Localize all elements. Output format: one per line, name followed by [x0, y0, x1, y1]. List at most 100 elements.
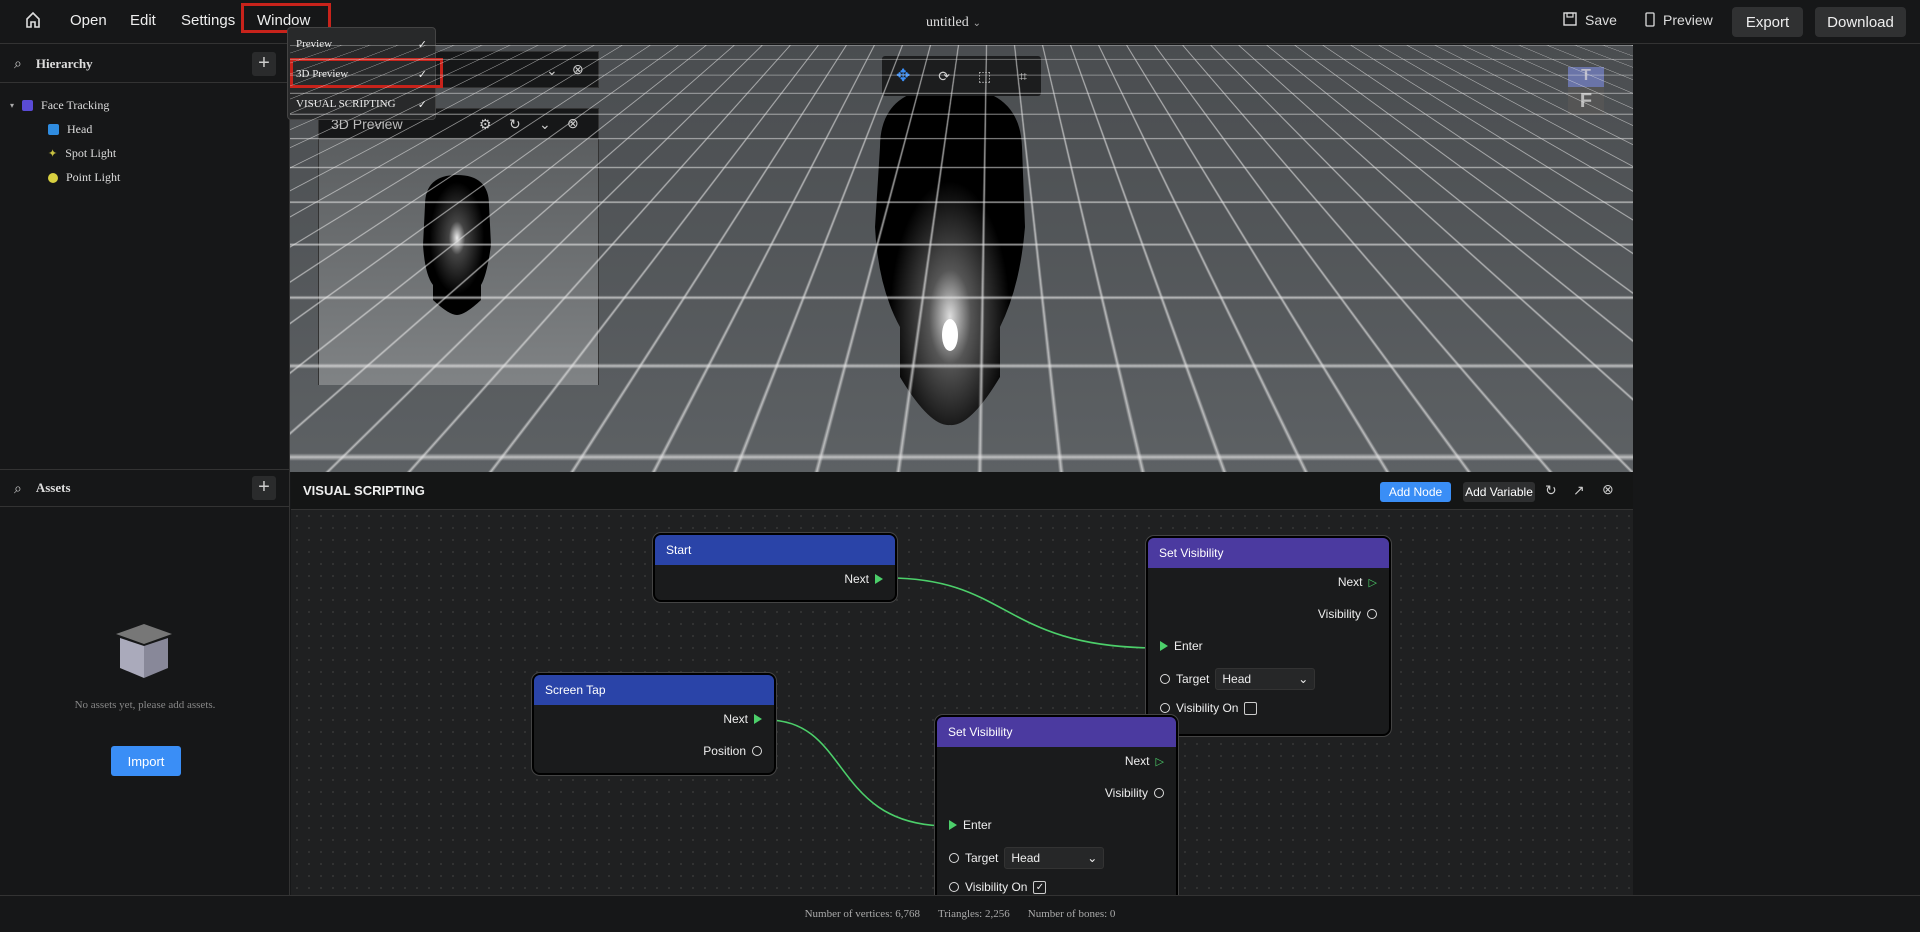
data-input-icon[interactable]	[1160, 703, 1170, 713]
wire-start-to-set-visibility	[888, 578, 1159, 648]
exec-output-icon[interactable]: ▷	[1369, 576, 1377, 589]
visibility-output-port[interactable]: Visibility	[1318, 607, 1377, 621]
menu-item-visual-scripting[interactable]: VISUAL SCRIPTING ✓	[296, 92, 427, 116]
scale-icon[interactable]: ⬚	[978, 68, 991, 85]
caret-down-icon[interactable]: ▾	[10, 101, 14, 110]
open-external-icon[interactable]: ↗	[1573, 482, 1585, 499]
tree-item-point-light[interactable]: Point Light	[48, 170, 120, 185]
data-output-icon[interactable]	[1367, 609, 1377, 619]
gizmo-front[interactable]: F	[1568, 87, 1604, 115]
tree-item-label: Head	[67, 122, 92, 137]
data-input-icon[interactable]	[949, 853, 959, 863]
port-label: Target	[1176, 672, 1209, 686]
gizmo-top[interactable]: T	[1568, 67, 1604, 87]
refresh-icon[interactable]: ↻	[1545, 482, 1557, 499]
move-icon[interactable]: ✥	[896, 66, 910, 86]
target-input-port[interactable]: Target Head ⌄	[1160, 668, 1315, 690]
node-title: Set Visibility	[1148, 538, 1389, 568]
import-button[interactable]: Import	[111, 746, 181, 776]
transform-toolbar: ✥ ⟳ ⬚ ⌗	[882, 56, 1041, 96]
port-label: Visibility	[1318, 607, 1361, 621]
target-select[interactable]: Head ⌄	[1004, 847, 1104, 869]
exec-output-icon[interactable]	[754, 714, 762, 724]
node-start[interactable]: Start Next	[653, 533, 897, 602]
visibility-on-input-port[interactable]: Visibility On	[1160, 701, 1257, 715]
refresh-icon[interactable]: ↻	[509, 116, 521, 133]
target-value: Head	[1222, 672, 1251, 686]
menu-item-label: Preview	[296, 38, 332, 50]
port-label: Next	[723, 712, 748, 726]
next-output-port[interactable]: Next ▷	[1338, 575, 1377, 589]
rect-transform-icon[interactable]: ⌗	[1019, 68, 1027, 85]
exec-output-icon[interactable]: ▷	[1156, 755, 1164, 768]
next-output-port[interactable]: Next ▷	[1125, 754, 1164, 768]
preview-button[interactable]: Preview	[1645, 12, 1713, 30]
head-model	[415, 175, 499, 315]
assets-title: Assets	[36, 480, 71, 496]
hierarchy-header: ⌕ Hierarchy +	[0, 45, 290, 83]
bone-count: Number of bones: 0	[1028, 908, 1116, 920]
add-node-button[interactable]: Add Node	[1380, 482, 1451, 502]
triangle-count: Triangles: 2,256	[938, 908, 1010, 920]
home-icon[interactable]	[24, 11, 42, 29]
visibility-output-port[interactable]: Visibility	[1105, 786, 1164, 800]
next-output-port[interactable]: Next	[844, 572, 883, 586]
settings-icon[interactable]: ⚙	[479, 116, 492, 133]
node-set-visibility[interactable]: Set Visibility Next ▷ Visibility Enter Ta…	[935, 715, 1178, 895]
menu-settings[interactable]: Settings	[181, 12, 235, 29]
target-input-port[interactable]: Target Head ⌄	[949, 847, 1104, 869]
enter-input-port[interactable]: Enter	[949, 818, 992, 832]
tree-item-spot-light[interactable]: ✦ Spot Light	[48, 146, 116, 161]
collapse-icon[interactable]: ⌄	[539, 116, 551, 133]
download-button[interactable]: Download	[1815, 7, 1906, 37]
project-title-text: untitled	[926, 15, 969, 30]
data-output-icon[interactable]	[1154, 788, 1164, 798]
save-button[interactable]: Save	[1563, 12, 1617, 29]
project-title[interactable]: untitled ⌄	[926, 13, 981, 31]
rotate-icon[interactable]: ⟳	[938, 68, 950, 85]
check-icon: ✓	[418, 38, 427, 51]
menu-open[interactable]: Open	[70, 12, 107, 29]
tree-item-label: Point Light	[66, 170, 120, 185]
close-icon[interactable]: ⊗	[567, 115, 579, 132]
hierarchy-title: Hierarchy	[36, 56, 93, 72]
close-icon[interactable]: ⊗	[572, 61, 584, 78]
add-asset-button[interactable]: +	[252, 476, 276, 500]
search-icon[interactable]: ⌕	[14, 55, 22, 72]
menu-item-label: VISUAL SCRIPTING	[296, 98, 396, 110]
search-icon[interactable]: ⌕	[14, 480, 22, 497]
exec-input-icon[interactable]	[1160, 641, 1168, 651]
port-label: Next	[844, 572, 869, 586]
visibility-on-input-port[interactable]: Visibility On ✓	[949, 880, 1046, 894]
node-set-visibility[interactable]: Set Visibility Next ▷ Visibility Enter Ta…	[1146, 536, 1391, 736]
data-output-icon[interactable]	[752, 746, 762, 756]
spot-light-icon: ✦	[48, 147, 57, 160]
port-label: Next	[1125, 754, 1150, 768]
add-object-button[interactable]: +	[252, 52, 276, 76]
node-graph-canvas[interactable]: Start Next Screen Tap Next Position Set …	[291, 510, 1633, 895]
visibility-on-checkbox[interactable]	[1244, 702, 1257, 715]
next-output-port[interactable]: Next	[723, 712, 762, 726]
data-input-icon[interactable]	[949, 882, 959, 892]
tree-item-face-tracking[interactable]: ▾ Face Tracking	[10, 98, 109, 113]
add-variable-button[interactable]: Add Variable	[1463, 482, 1535, 502]
head-model	[850, 87, 1050, 427]
port-label: Target	[965, 851, 998, 865]
save-icon	[1563, 12, 1577, 29]
menu-item-preview[interactable]: Preview ✓	[296, 32, 427, 56]
exec-input-icon[interactable]	[949, 820, 957, 830]
3d-preview-canvas[interactable]	[319, 139, 598, 385]
collapse-icon[interactable]: ⌄	[546, 62, 558, 79]
visibility-on-checkbox[interactable]: ✓	[1033, 881, 1046, 894]
export-button[interactable]: Export	[1732, 7, 1803, 37]
tree-item-head[interactable]: Head	[48, 122, 92, 137]
exec-output-icon[interactable]	[875, 574, 883, 584]
menu-edit[interactable]: Edit	[130, 12, 156, 29]
position-output-port[interactable]: Position	[703, 744, 762, 758]
close-icon[interactable]: ⊗	[1602, 481, 1614, 498]
data-input-icon[interactable]	[1160, 674, 1170, 684]
target-select[interactable]: Head ⌄	[1215, 668, 1315, 690]
node-screen-tap[interactable]: Screen Tap Next Position	[532, 673, 776, 775]
enter-input-port[interactable]: Enter	[1160, 639, 1203, 653]
node-title: Start	[655, 535, 895, 565]
